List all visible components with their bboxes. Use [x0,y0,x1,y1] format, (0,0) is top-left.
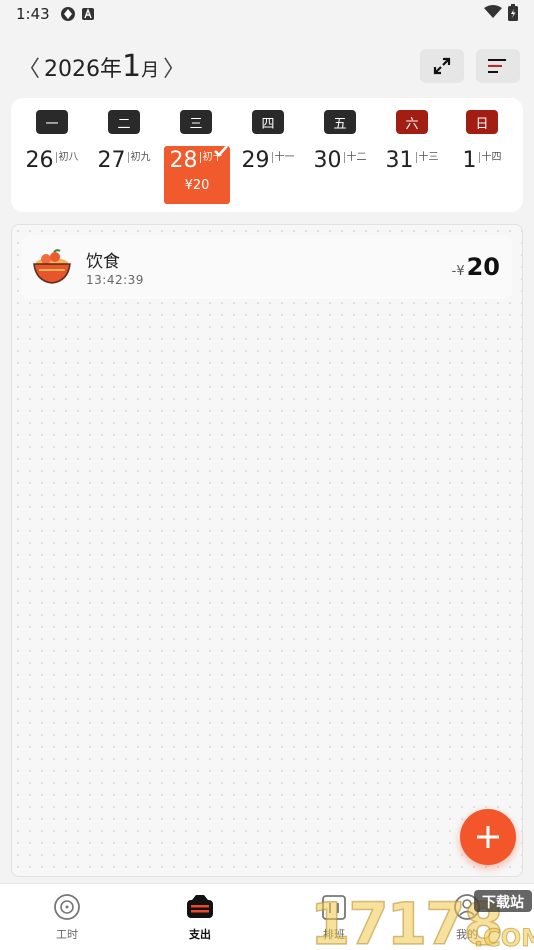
date-number: 30 [313,148,342,173]
expense-list[interactable]: 饮食 13:42:39 -¥ 20 [11,224,523,877]
day-amount: ¥20 [184,178,210,193]
day-cell[interactable]: 二 27 初九 [89,98,159,212]
nav-item-expense[interactable]: 支出 [150,892,250,942]
day-cell[interactable]: 日 1 十四 [447,98,517,212]
weekday-badge: 三 [180,110,212,134]
selected-day-highlight: 28 初十 ¥20 [164,145,230,204]
year-label: 2026年 [44,56,123,82]
clock-icon [17,892,117,922]
check-icon [214,142,228,161]
battery-icon [508,3,518,25]
status-bar: 1:43 [0,0,534,28]
nav-label: 支出 [189,928,211,941]
watermark-suffix: .COM [474,924,534,950]
weekday-badge: 一 [36,110,68,134]
expand-icon [433,57,451,75]
wifi-icon [484,5,502,23]
month-selector[interactable]: 〈 2026年 1 月 〉 [14,49,189,84]
day-cell[interactable]: 一 26 初八 [17,98,87,212]
expense-record[interactable]: 饮食 13:42:39 -¥ 20 [22,235,512,299]
weekday-badge: 二 [108,110,140,134]
menu-icon [488,59,506,73]
prev-month-button[interactable]: 〈 [18,51,40,83]
currency-sign: -¥ [451,264,465,279]
date-number: 29 [241,148,270,173]
watermark: 17178 下载站 .COM [308,884,534,950]
date-number: 1 [462,148,477,173]
food-bowl-icon [30,245,74,293]
date-number: 27 [97,148,126,173]
record-time: 13:42:39 [86,273,144,287]
date-number: 28 [169,148,198,173]
amount-value: 20 [466,253,500,281]
day-cell[interactable]: 六 31 十三 [377,98,447,212]
lunar-date: 十四 [478,152,502,163]
a-badge-icon [81,8,94,20]
day-cell[interactable]: 四 29 十一 [233,98,303,212]
status-time: 1:43 [16,5,50,23]
day-cell-selected[interactable]: 三 28 初十 ¥20 [161,98,231,212]
date-number: 31 [385,148,414,173]
record-amount: -¥ 20 [452,253,500,281]
date-number: 26 [25,148,54,173]
nav-label: 工时 [56,928,78,941]
expand-button[interactable] [420,49,464,83]
month-suffix: 月 [141,59,160,81]
weekday-badge: 日 [466,110,498,134]
lunar-date: 十一 [271,152,295,163]
app-notification-icon [60,6,76,22]
month-number: 1 [122,48,142,84]
weekday-badge: 五 [324,110,356,134]
menu-button[interactable] [476,49,520,83]
lunar-date: 初八 [55,152,79,163]
record-category: 饮食 [86,252,120,272]
week-strip: 一 26 初八 二 27 初九 三 28 初十 ¥20 四 29 十一 五 30 十二 六… [11,98,523,212]
lunar-date: 十二 [343,152,367,163]
add-expense-button[interactable] [460,809,516,865]
weekday-badge: 六 [396,110,428,134]
header: 〈 2026年 1 月 〉 [0,40,534,92]
next-month-button[interactable]: 〉 [163,51,185,83]
weekday-badge: 四 [252,110,284,134]
nav-item-worktime[interactable]: 工时 [17,892,117,942]
lunar-date: 十三 [415,152,439,163]
day-cell[interactable]: 五 30 十二 [305,98,375,212]
wallet-icon [150,892,250,922]
lunar-date: 初九 [127,152,151,163]
plus-icon [477,826,499,848]
watermark-tag: 下载站 [482,894,524,911]
